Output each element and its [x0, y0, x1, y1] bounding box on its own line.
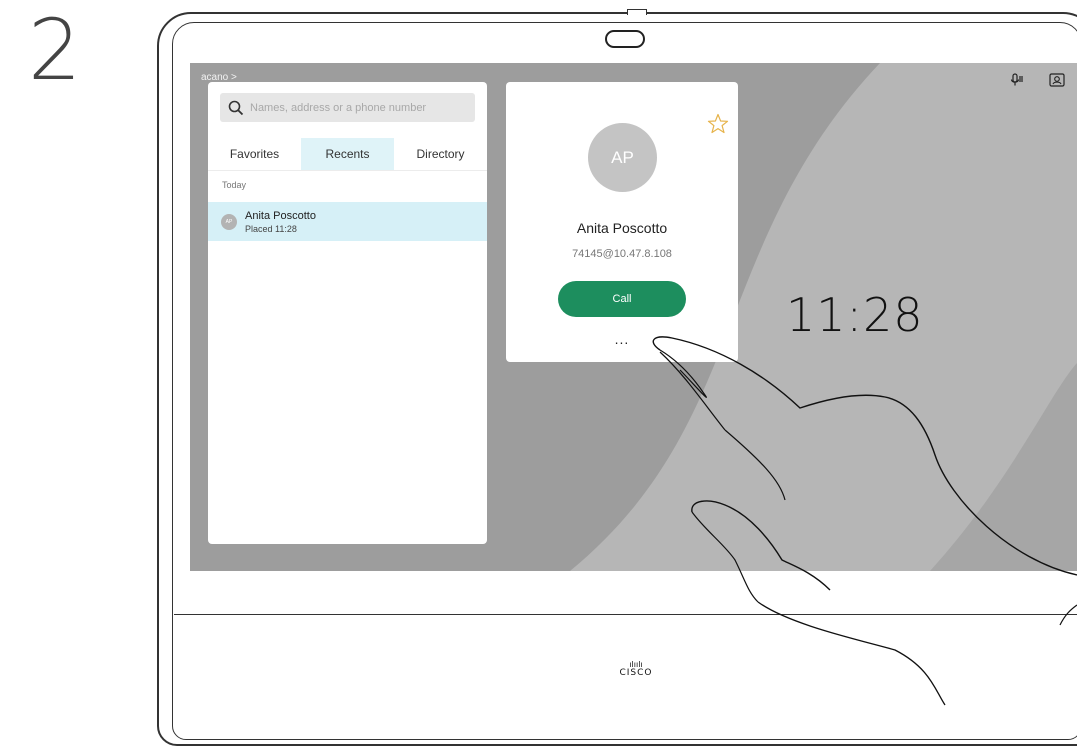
hand-pointer-icon [652, 336, 1077, 706]
